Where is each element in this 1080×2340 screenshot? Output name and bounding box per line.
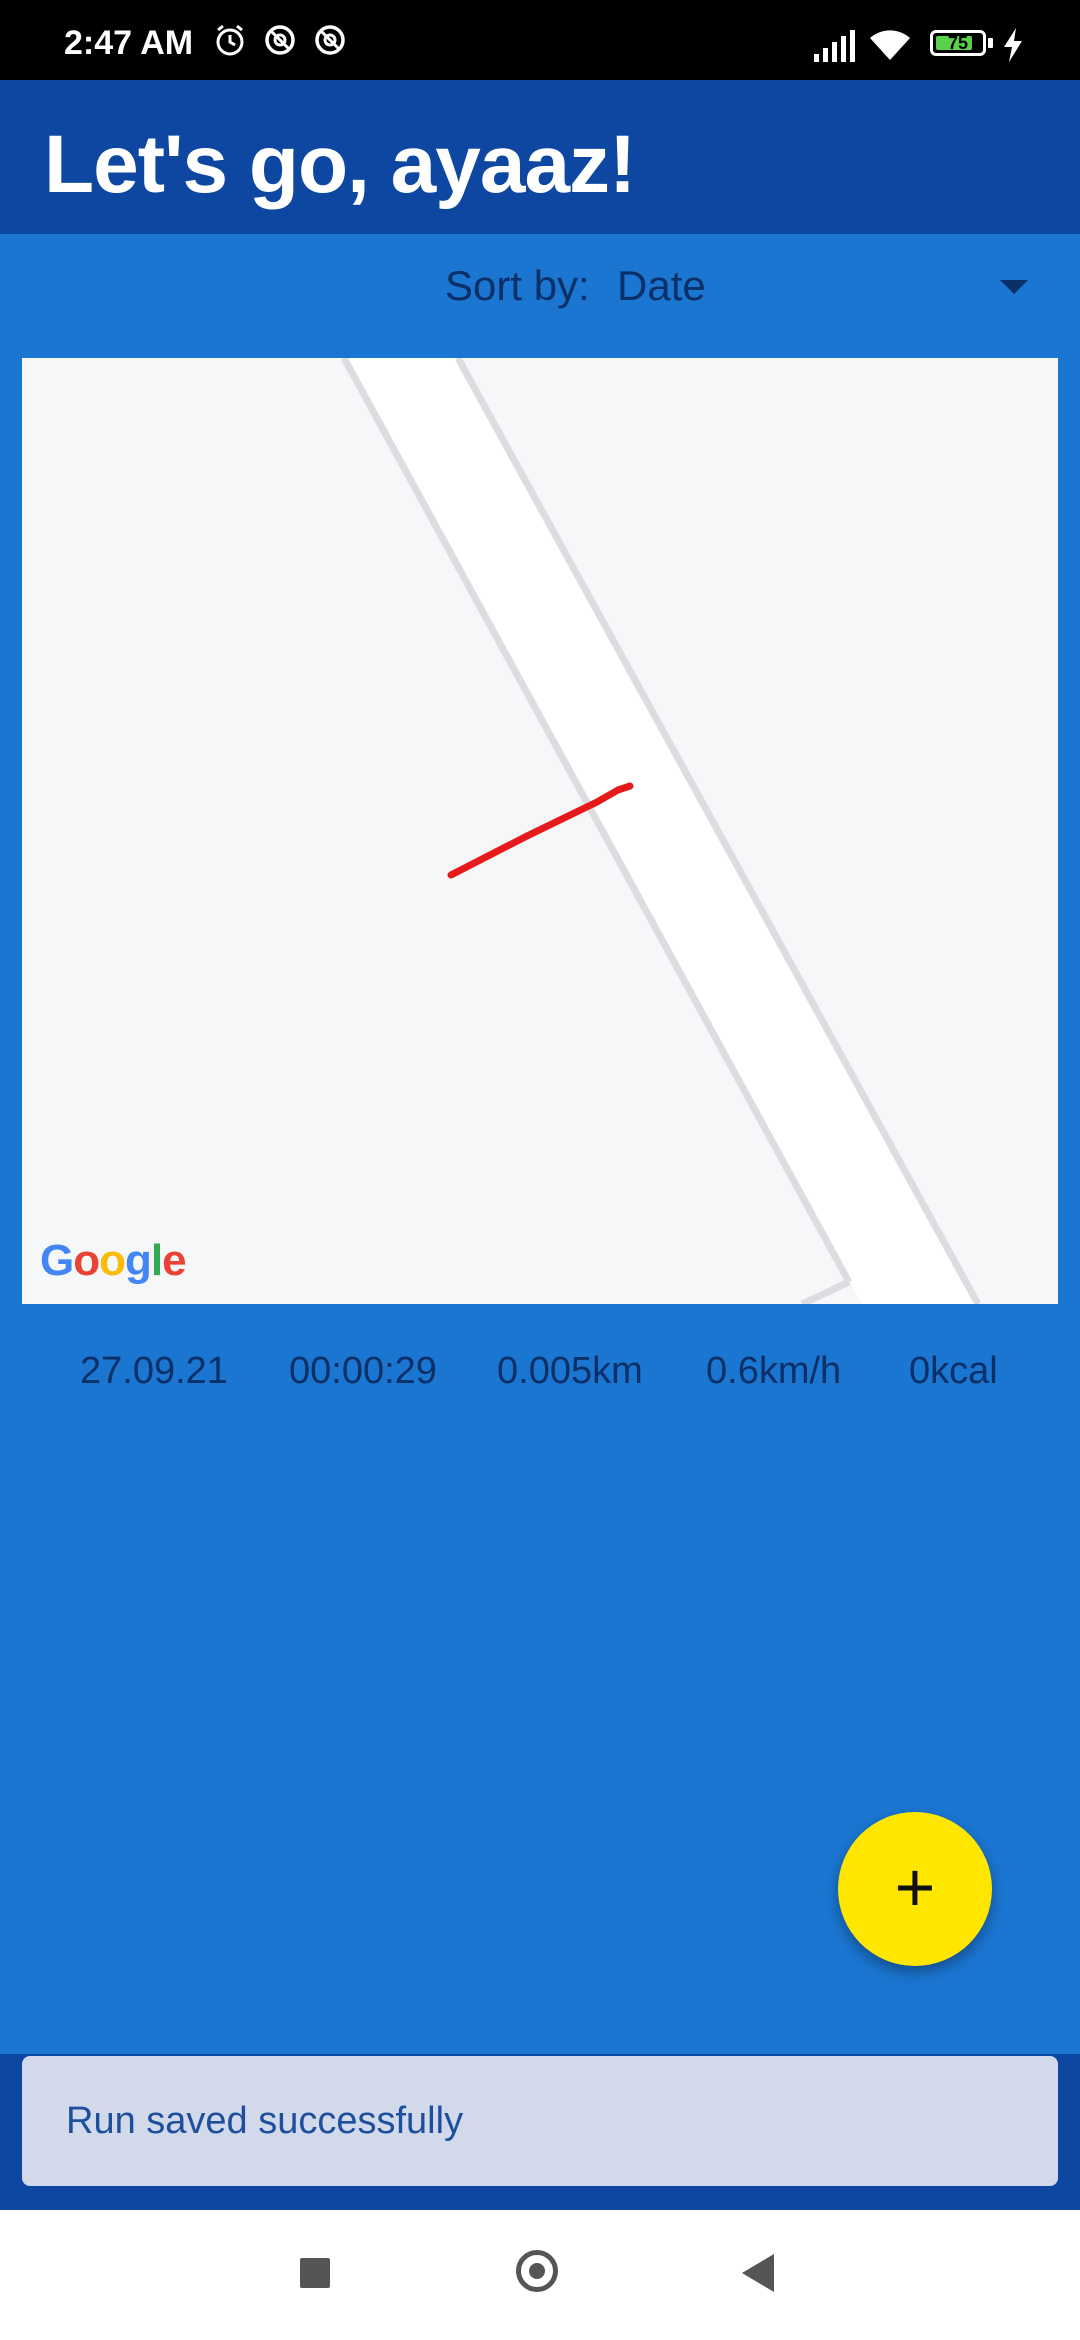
run-duration: 00:00:29 <box>289 1350 437 1392</box>
chevron-down-icon[interactable] <box>1000 280 1028 294</box>
map-canvas <box>340 358 982 1304</box>
page-title: Let's go, ayaaz! <box>44 119 636 210</box>
add-run-button[interactable]: + <box>838 1812 992 1966</box>
app-bar: Let's go, ayaaz! <box>0 80 1080 234</box>
do-not-disturb-icon <box>265 25 295 55</box>
do-not-disturb-icon <box>315 25 345 55</box>
sort-label: Sort by: <box>445 262 590 309</box>
battery-icon: 75 <box>930 30 986 56</box>
google-logo: Google <box>40 1236 187 1285</box>
snackbar: Run saved successfully <box>22 2056 1058 2186</box>
snackbar-message: Run saved successfully <box>66 2100 464 2142</box>
home-icon[interactable] <box>516 2250 558 2292</box>
run-calories: 0kcal <box>909 1350 998 1392</box>
wifi-icon <box>870 30 910 60</box>
status-bar: 2:47 AM 75 <box>0 0 1080 80</box>
charging-icon <box>1004 28 1022 62</box>
alarm-icon <box>216 24 244 56</box>
system-nav-bar <box>0 2210 1080 2340</box>
status-time: 2:47 AM <box>64 24 194 62</box>
back-icon[interactable] <box>742 2254 774 2292</box>
battery-level: 75 <box>947 33 969 53</box>
signal-icon <box>814 30 855 62</box>
sort-selected-value[interactable]: Date <box>617 262 706 310</box>
run-distance: 0.005km <box>497 1350 643 1392</box>
run-speed: 0.6km/h <box>706 1350 842 1392</box>
sort-dropdown[interactable]: Sort by: Date <box>0 260 1080 320</box>
recents-icon[interactable] <box>300 2258 330 2288</box>
run-stats[interactable]: 27.09.21 00:00:29 0.005km 0.6km/h 0kcal <box>0 1350 1080 1410</box>
run-date: 27.09.21 <box>80 1350 228 1392</box>
plus-icon: + <box>894 1848 936 1926</box>
run-map[interactable]: Google <box>22 358 1058 1304</box>
